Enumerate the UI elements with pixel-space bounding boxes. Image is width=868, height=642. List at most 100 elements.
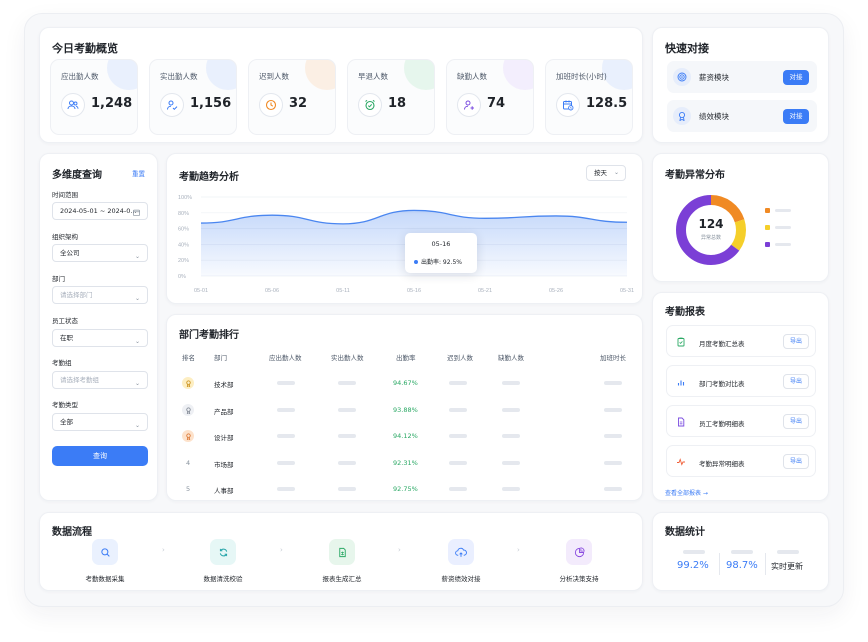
y-tick-label: 0% — [178, 274, 186, 280]
arrow-right-icon: › — [517, 546, 520, 554]
col-rate: 出勤率 — [396, 354, 416, 362]
placeholder-bar — [449, 381, 467, 385]
target-icon — [673, 68, 691, 86]
stat-label: 早退人数 — [358, 72, 388, 81]
report-item: 部门考勤对比表 导出 — [666, 365, 816, 397]
reports-title: 考勤报表 — [665, 307, 705, 318]
legend-item — [765, 242, 795, 248]
dept-name: 市场部 — [214, 461, 234, 469]
clock-icon — [259, 93, 283, 117]
attendance-rate: 92.75% — [393, 485, 418, 493]
report-item: 员工考勤明细表 导出 — [666, 405, 816, 437]
anomaly-total-label: 异常总数 — [700, 235, 721, 241]
placeholder-bar — [338, 487, 356, 491]
placeholder-bar — [277, 408, 295, 412]
ranking-title: 部门考勤排行 — [179, 330, 239, 341]
type-value: 全部 — [60, 418, 73, 426]
upload-cloud-icon — [448, 539, 474, 565]
y-tick-label: 80% — [178, 211, 189, 217]
document-icon — [675, 416, 687, 428]
export-button[interactable]: 导出 — [783, 374, 809, 389]
stat-value: 1,156 — [190, 96, 232, 111]
flow-step-label: 报表生成汇总 — [322, 575, 362, 583]
field-label: 时间范围 — [52, 191, 78, 199]
placeholder-bar — [338, 408, 356, 412]
report-label: 员工考勤明细表 — [699, 420, 745, 428]
col-actual: 实出勤人数 — [331, 354, 364, 362]
silver-medal-icon — [182, 404, 194, 416]
chevron-down-icon: ⌄ — [134, 338, 140, 345]
flow-step-label: 分析决策支持 — [559, 575, 599, 583]
table-row[interactable]: 设计部 94.12% — [167, 423, 642, 449]
attendance-rate: 94.67% — [393, 379, 418, 387]
legend-swatch — [765, 225, 770, 230]
attendance-rate: 92.31% — [393, 459, 418, 467]
placeholder-bar — [449, 408, 467, 412]
clipboard-icon — [675, 336, 687, 348]
legend-item — [765, 225, 795, 231]
search-icon — [92, 539, 118, 565]
flow-step: 考勤数据采集 — [60, 539, 150, 585]
placeholder-bar — [502, 487, 520, 491]
arrow-right-icon: › — [398, 546, 401, 554]
flow-step: 分析决策支持 — [534, 539, 624, 585]
col-rank: 排名 — [182, 354, 195, 362]
anomaly-total: 124 — [698, 217, 724, 231]
report-label: 部门考勤对比表 — [699, 380, 745, 388]
status-select[interactable]: 在职 ⌄ — [52, 329, 148, 347]
placeholder-bar — [449, 434, 467, 438]
placeholder-bar — [604, 461, 622, 465]
overview-title: 今日考勤概览 — [52, 42, 118, 55]
stat-late: 迟到人数 32 — [248, 59, 336, 135]
flow-step-label: 数据清洗校验 — [203, 575, 243, 583]
report-item: 月度考勤汇总表 导出 — [666, 325, 816, 357]
table-row[interactable]: 产品部 93.88% — [167, 397, 642, 423]
export-button[interactable]: 导出 — [783, 334, 809, 349]
dept-name: 产品部 — [214, 408, 234, 416]
legend-item — [765, 208, 795, 214]
view-all-reports-link[interactable]: 查看全部报表 → — [665, 488, 708, 497]
dept-select[interactable]: 请选择部门 ⌄ — [52, 286, 148, 304]
stat-placeholder-bar — [683, 550, 705, 554]
stat-value: 74 — [487, 96, 506, 111]
table-row[interactable]: 技术部 94.67% — [167, 370, 642, 396]
export-button[interactable]: 导出 — [783, 454, 809, 469]
stat-early-leave: 早退人数 18 — [347, 59, 435, 135]
query-button[interactable]: 查询 — [52, 446, 148, 466]
dept-name: 设计部 — [214, 434, 234, 442]
attendance-rate: 93.88% — [393, 406, 418, 414]
trend-card: 考勤趋势分析 按天 ⌄ 100% 80% 60% 40% 20% 0% 05-01 05-06… — [166, 153, 643, 304]
tooltip-dot — [414, 260, 418, 264]
table-row[interactable]: 4 市场部 92.31% — [167, 450, 642, 476]
stat-value: 1,248 — [91, 96, 133, 111]
calendar-clock-icon — [556, 93, 580, 117]
trend-chart: 100%80%60%40%20%0%05-01 05-06 05-11 05-16 05… — [178, 195, 634, 294]
x-tick-label: 05-26 — [549, 288, 563, 294]
connect-button[interactable]: 对接 — [783, 109, 809, 124]
tooltip-value: 出勤率: 92.5% — [421, 259, 462, 266]
connect-button[interactable]: 对接 — [783, 70, 809, 85]
export-button[interactable]: 导出 — [783, 414, 809, 429]
sheet-icon — [329, 539, 355, 565]
status-value: 在职 — [60, 334, 73, 342]
quick-item-label: 绩效模块 — [699, 112, 729, 121]
table-row[interactable]: 5 人事部 92.75% — [167, 476, 642, 500]
org-value: 全公司 — [60, 249, 80, 257]
quick-connect-card: 快速对接 薪资模块 对接 绩效模块 对接 — [652, 27, 829, 143]
attendance-rate: 94.12% — [393, 432, 418, 440]
attendance-group-select[interactable]: 请选择考勤组 ⌄ — [52, 371, 148, 389]
reset-link[interactable]: 重置 — [132, 168, 145, 178]
stats-card: 数据统计 99.2% 98.7% 实时更新 — [652, 512, 829, 591]
field-label: 考勤组 — [52, 359, 72, 367]
dept-name: 人事部 — [214, 487, 234, 495]
type-select[interactable]: 全部 ⌄ — [52, 413, 148, 431]
org-select[interactable]: 全公司 ⌄ — [52, 244, 148, 262]
stat-value: 32 — [289, 96, 308, 111]
user-minus-icon — [457, 93, 481, 117]
field-label: 组织架构 — [52, 233, 78, 241]
stat-value: 实时更新 — [771, 562, 803, 571]
y-tick-label: 40% — [178, 242, 189, 248]
stat-label: 缺勤人数 — [457, 72, 487, 81]
flow-title: 数据流程 — [52, 527, 92, 538]
date-range-input[interactable]: 2024-05-01 ~ 2024-0... — [52, 202, 148, 220]
